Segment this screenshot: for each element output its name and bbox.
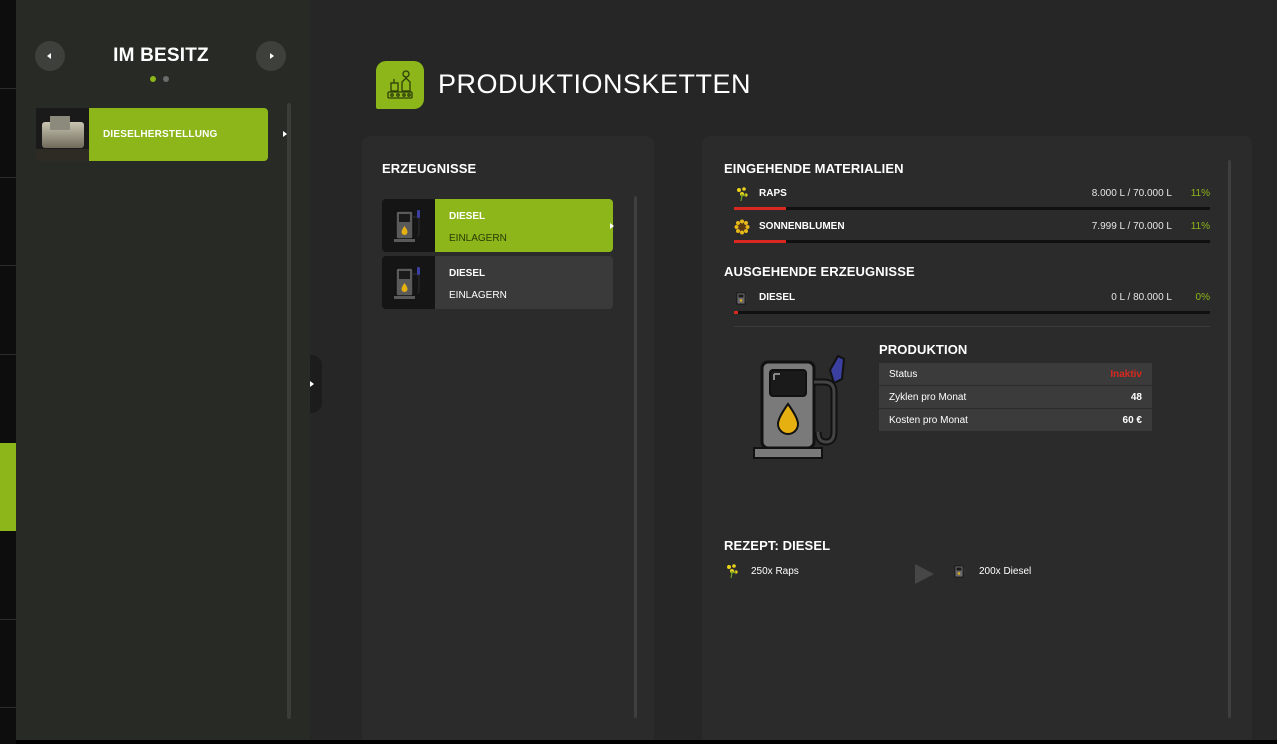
product-item-diesel[interactable]: DIESEL EINLAGERN [382, 256, 613, 309]
product-mode: EINLAGERN [449, 290, 507, 301]
cycles-value: 48 [1130, 391, 1142, 403]
rapeseed-icon [737, 187, 748, 202]
production-row-costs: Kosten pro Monat 60 € [879, 409, 1152, 431]
recipe-input-label: 250x Raps [751, 565, 799, 577]
edge-divider [0, 619, 16, 620]
fill-level-fill [734, 311, 738, 314]
edge-divider [0, 88, 16, 89]
fill-level-fill [734, 240, 787, 243]
collapse-sidebar-button[interactable] [310, 355, 322, 413]
page-title: PRODUKTIONSKETTEN [438, 69, 752, 99]
sunflower-icon [734, 219, 750, 235]
fuel-pump-icon [382, 199, 435, 252]
previous-page-button[interactable] [35, 41, 65, 71]
active-menu-tab[interactable] [0, 443, 22, 531]
details-scrollbar[interactable] [1228, 160, 1231, 718]
products-scrollbar[interactable] [634, 196, 637, 718]
sidebar-title: IM BESITZ [113, 45, 209, 66]
chevron-right-icon [310, 381, 314, 387]
edge-divider [0, 177, 16, 178]
production-chain-icon [376, 61, 424, 109]
material-name: RAPS [759, 188, 787, 199]
incoming-item-sonnenblumen: SONNENBLUMEN 7.999 L / 70.000 L 11% [734, 219, 1210, 239]
left-edge-strip [0, 0, 16, 744]
material-amount: 8.000 L / 70.000 L [1091, 188, 1172, 199]
page-dot[interactable] [163, 76, 169, 82]
edge-divider [0, 265, 16, 266]
material-amount: 7.999 L / 70.000 L [1091, 221, 1172, 232]
sidebar-item-label: DIESELHERSTELLUNG [89, 108, 268, 161]
fill-level-bar [734, 240, 1210, 243]
fuel-pump-icon [954, 565, 965, 578]
recipe-output: 200x Diesel [952, 563, 1031, 579]
fill-level-bar [734, 311, 1210, 314]
outgoing-heading: AUSGEHENDE ERZEUGNISSE [724, 264, 915, 279]
arrow-right-icon [915, 564, 934, 584]
outgoing-item-diesel: DIESEL 0 L / 80.000 L 0% [734, 290, 1210, 310]
product-name: DIESEL [449, 211, 486, 222]
owned-sidebar: IM BESITZ DIESELHERSTELLUNG [16, 0, 310, 740]
material-name: DIESEL [759, 292, 796, 303]
next-page-button[interactable] [256, 41, 286, 71]
material-amount: 0 L / 80.000 L [1111, 292, 1172, 303]
rapeseed-icon [727, 564, 738, 579]
fuel-pump-icon [736, 292, 747, 305]
material-percent: 11% [1190, 188, 1210, 199]
edge-divider [0, 707, 16, 708]
incoming-heading: EINGEHENDE MATERIALIEN [724, 161, 904, 176]
fill-level-bar [734, 207, 1210, 210]
recipe-heading: REZEPT: DIESEL [724, 538, 831, 553]
recipe-output-label: 200x Diesel [979, 565, 1032, 577]
costs-value: 60 € [1122, 414, 1142, 426]
products-heading: ERZEUGNISSE [382, 161, 477, 176]
fill-level-fill [734, 207, 787, 210]
status-value: Inaktiv [1110, 368, 1142, 380]
sidebar-item-dieselherstellung[interactable]: DIESELHERSTELLUNG [36, 108, 287, 161]
production-info-table: Status Inaktiv Zyklen pro Monat 48 Koste… [879, 363, 1152, 432]
products-panel: ERZEUGNISSE DIESEL EINLAGERN DIESEL EINL… [362, 136, 654, 740]
details-panel: EINGEHENDE MATERIALIEN RAPS 8.000 L / 70… [702, 136, 1252, 740]
material-percent: 0% [1195, 292, 1210, 303]
chevron-right-icon [270, 53, 274, 59]
production-label: Kosten pro Monat [889, 414, 968, 426]
chevron-right-icon [610, 223, 614, 229]
section-divider [734, 326, 1210, 327]
recipe-input: 250x Raps [724, 563, 799, 579]
page-dot[interactable] [150, 76, 156, 82]
factory-thumbnail [36, 108, 89, 161]
chevron-left-icon [47, 53, 51, 59]
product-mode: EINLAGERN [449, 233, 507, 244]
incoming-item-raps: RAPS 8.000 L / 70.000 L 11% [734, 186, 1210, 206]
main-content: PRODUKTIONSKETTEN ERZEUGNISSE DIESEL EIN… [310, 0, 1277, 740]
fuel-pump-icon [382, 256, 435, 309]
product-item-diesel-selected[interactable]: DIESEL EINLAGERN [382, 199, 613, 252]
fuel-pump-icon [753, 354, 846, 459]
material-name: SONNENBLUMEN [759, 221, 845, 232]
page-indicator [150, 76, 169, 82]
edge-divider [0, 354, 16, 355]
product-name: DIESEL [449, 268, 486, 279]
material-percent: 11% [1190, 221, 1210, 232]
production-label: Zyklen pro Monat [889, 391, 967, 403]
sidebar-scrollbar[interactable] [287, 103, 291, 719]
production-row-cycles: Zyklen pro Monat 48 [879, 386, 1152, 408]
production-heading: PRODUKTION [879, 342, 968, 357]
production-row-status: Status Inaktiv [879, 363, 1152, 385]
production-label: Status [889, 368, 918, 380]
